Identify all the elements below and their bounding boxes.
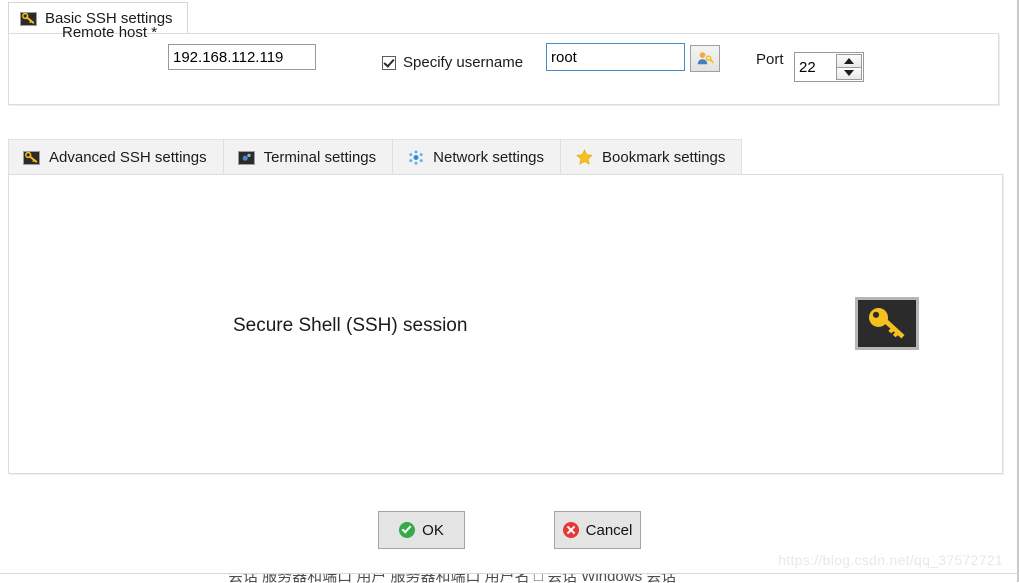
remote-host-input[interactable] <box>168 44 316 70</box>
remote-host-label: Remote host * <box>62 24 158 41</box>
select-user-button[interactable] <box>690 45 720 72</box>
check-circle-icon <box>399 522 416 538</box>
user-key-icon <box>697 51 714 64</box>
port-spinner[interactable] <box>794 52 864 82</box>
dialog-footer: OK Cancel <box>0 511 1019 549</box>
chevron-up-icon <box>844 57 854 64</box>
port-label: Port <box>756 51 784 68</box>
checkbox-box[interactable] <box>382 55 396 70</box>
checkbox-label: Specify username <box>403 54 524 71</box>
key-icon <box>855 297 919 350</box>
cancel-button[interactable]: Cancel <box>554 511 641 549</box>
network-nodes-icon <box>407 150 424 165</box>
username-input[interactable] <box>546 43 685 71</box>
session-type-label: Secure Shell (SSH) session <box>233 315 468 336</box>
terminal-dots-icon <box>237 150 255 165</box>
port-spin-buttons <box>836 54 862 80</box>
ok-button-label: OK <box>422 521 444 539</box>
tab-label: Terminal settings <box>263 149 377 166</box>
tab-network-settings[interactable]: Network settings <box>393 140 562 175</box>
ok-button[interactable]: OK <box>378 511 465 549</box>
watermark: https://blog.csdn.net/qq_37572721 <box>778 552 1003 568</box>
tab-advanced-ssh-settings[interactable]: Advanced SSH settings <box>9 140 224 175</box>
tab-bookmark-settings[interactable]: Bookmark settings <box>561 140 742 175</box>
port-input[interactable] <box>795 53 836 81</box>
port-increment-button[interactable] <box>836 54 862 68</box>
close-circle-icon <box>562 522 579 538</box>
dialog-window: Basic SSH settings Remote host * Specify… <box>0 0 1019 583</box>
specify-username-checkbox[interactable]: Specify username <box>382 54 523 71</box>
key-tile-icon <box>20 11 37 26</box>
tab-label: Advanced SSH settings <box>49 149 207 166</box>
port-decrement-button[interactable] <box>836 67 862 80</box>
key-tile-icon <box>23 150 40 165</box>
star-icon <box>575 149 593 166</box>
cancel-button-label: Cancel <box>585 521 633 539</box>
tab-label: Bookmark settings <box>602 149 726 166</box>
session-content-panel: Secure Shell (SSH) session <box>8 174 1003 474</box>
tab-label: Network settings <box>433 149 545 166</box>
tab-terminal-settings[interactable]: Terminal settings <box>223 140 394 175</box>
secondary-tabstrip: Advanced SSH settings Terminal settings <box>8 139 743 175</box>
chevron-down-icon <box>844 70 854 77</box>
